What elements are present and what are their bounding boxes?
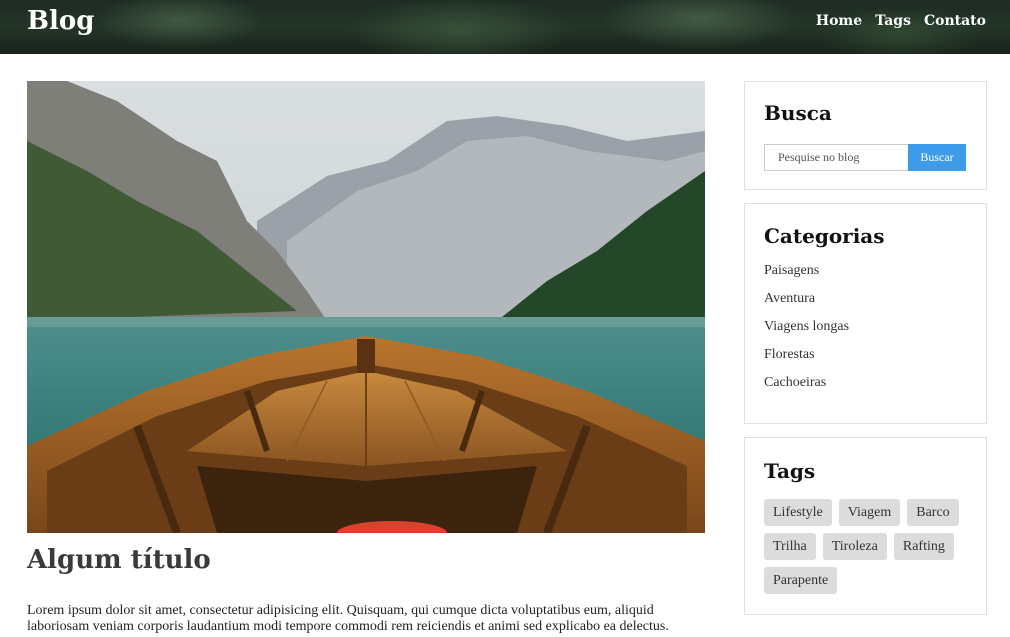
post-hero-image	[27, 81, 705, 533]
tag-rafting[interactable]: Rafting	[893, 533, 954, 560]
tags-widget-title: Tags	[764, 459, 816, 483]
search-widget-title: Busca	[764, 101, 832, 125]
search-button[interactable]: Buscar	[908, 144, 966, 171]
nav-link-contato[interactable]: Contato	[924, 13, 986, 29]
category-item-aventura[interactable]: Aventura	[764, 289, 967, 317]
categories-widget: Categorias Paisagens Aventura Viagens lo…	[744, 203, 987, 424]
search-input[interactable]	[764, 144, 908, 171]
search-form: Buscar	[764, 144, 966, 171]
nav-link-tags[interactable]: Tags	[875, 13, 911, 29]
nav-link-home[interactable]: Home	[816, 13, 862, 29]
categories-widget-title: Categorias	[764, 224, 885, 248]
post-title[interactable]: Algum título	[27, 545, 211, 575]
search-widget: Busca Buscar	[744, 81, 987, 190]
category-item-florestas[interactable]: Florestas	[764, 345, 967, 373]
category-item-paisagens[interactable]: Paisagens	[764, 261, 967, 289]
category-list: Paisagens Aventura Viagens longas Flores…	[764, 261, 967, 401]
tag-barco[interactable]: Barco	[907, 499, 959, 526]
tag-trilha[interactable]: Trilha	[764, 533, 816, 560]
site-header: Blog Home Tags Contato	[0, 0, 1010, 54]
main-nav: Home Tags Contato	[816, 13, 986, 29]
lake-boat-illustration	[27, 81, 705, 533]
category-item-cachoeiras[interactable]: Cachoeiras	[764, 373, 967, 401]
tags-widget: Tags Lifestyle Viagem Barco Trilha Tirol…	[744, 437, 987, 615]
tag-viagem[interactable]: Viagem	[838, 499, 901, 526]
category-item-viagens-longas[interactable]: Viagens longas	[764, 317, 967, 345]
post-excerpt: Lorem ipsum dolor sit amet, consectetur …	[27, 603, 669, 634]
tag-lifestyle[interactable]: Lifestyle	[764, 499, 832, 526]
site-logo[interactable]: Blog	[27, 6, 94, 36]
tag-tiroleza[interactable]: Tiroleza	[822, 533, 887, 560]
tag-parapente[interactable]: Parapente	[764, 567, 838, 594]
tag-cloud: Lifestyle Viagem Barco Trilha Tiroleza R…	[764, 499, 969, 594]
